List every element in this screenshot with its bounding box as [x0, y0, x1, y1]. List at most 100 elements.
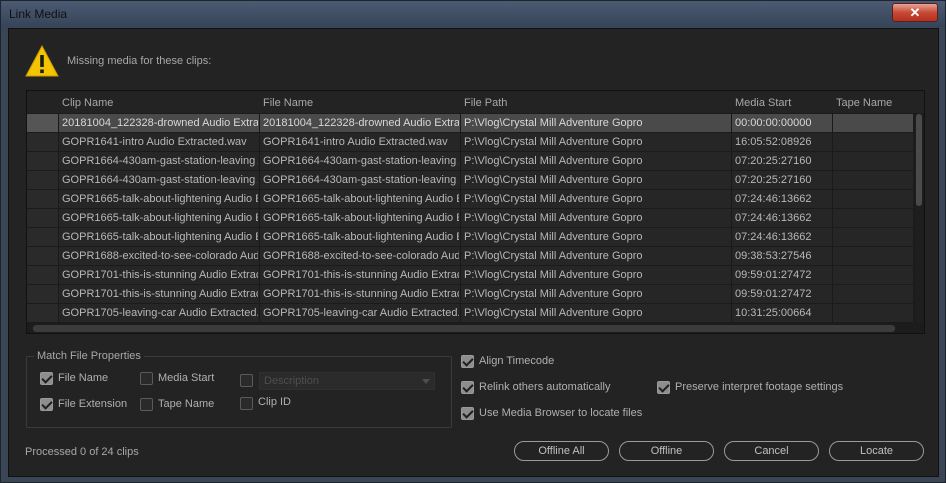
- column-divider: [58, 114, 59, 133]
- file-path-cell: P:\Vlog\Crystal Mill Adventure Gopro: [464, 117, 643, 129]
- row-selector[interactable]: [27, 247, 58, 265]
- table-row[interactable]: GOPR1664-430am-gast-station-leaving Audi…: [27, 152, 913, 171]
- horizontal-scrollbar[interactable]: [33, 325, 895, 332]
- match-file-properties-title: Match File Properties: [34, 350, 144, 362]
- column-divider: [731, 304, 732, 323]
- column-divider: [58, 209, 59, 228]
- clips-table: Clip Name File Name File Path Media Star…: [26, 90, 925, 334]
- clip-name-cell: 20181004_122328-drowned Audio Extracted.…: [62, 117, 258, 129]
- row-selector[interactable]: [27, 285, 58, 303]
- file-path-cell: P:\Vlog\Crystal Mill Adventure Gopro: [464, 231, 643, 243]
- column-divider: [832, 133, 833, 152]
- column-divider: [731, 228, 732, 247]
- media-start-cell: 09:59:01:27472: [735, 288, 812, 300]
- table-row[interactable]: GOPR1705-leaving-car Audio Extracted.wav…: [27, 304, 913, 323]
- table-row[interactable]: GOPR1688-excited-to-see-colorado Audio E…: [27, 247, 913, 266]
- column-divider: [259, 304, 260, 323]
- column-divider: [259, 152, 260, 171]
- file-path-cell: P:\Vlog\Crystal Mill Adventure Gopro: [464, 250, 643, 262]
- use-media-browser-label: Use Media Browser to locate files: [479, 407, 643, 419]
- description-dropdown[interactable]: Description: [259, 372, 435, 390]
- column-divider: [58, 247, 59, 266]
- column-divider: [259, 228, 260, 247]
- clip-name-cell: GOPR1688-excited-to-see-colorado Audio E…: [62, 250, 258, 262]
- media-start-cell: 09:59:01:27472: [735, 269, 812, 281]
- table-row[interactable]: GOPR1665-talk-about-lightening Audio Ext…: [27, 228, 913, 247]
- column-divider: [460, 171, 461, 190]
- column-divider: [259, 133, 260, 152]
- column-header-tape-name[interactable]: Tape Name: [836, 97, 892, 109]
- column-divider: [731, 285, 732, 304]
- table-row[interactable]: GOPR1665-talk-about-lightening Audio Ext…: [27, 190, 913, 209]
- row-selector[interactable]: [27, 266, 58, 284]
- clip-id-checkbox[interactable]: [240, 397, 253, 410]
- column-divider: [259, 171, 260, 190]
- row-selector[interactable]: [27, 152, 58, 170]
- column-header-file-path[interactable]: File Path: [464, 97, 507, 109]
- column-divider: [259, 114, 260, 133]
- table-body: 20181004_122328-drowned Audio Extracted.…: [27, 114, 913, 323]
- column-divider: [460, 247, 461, 266]
- column-divider: [731, 133, 732, 152]
- media-start-cell: 07:20:25:27160: [735, 174, 812, 186]
- row-selector[interactable]: [27, 171, 58, 189]
- column-divider: [460, 152, 461, 171]
- column-divider: [58, 133, 59, 152]
- table-row[interactable]: 20181004_122328-drowned Audio Extracted.…: [27, 114, 913, 133]
- file-name-cell: 20181004_122328-drowned Audio Extracted.…: [263, 117, 459, 129]
- row-selector[interactable]: [27, 133, 58, 151]
- clip-name-cell: GOPR1641-intro Audio Extracted.wav: [62, 136, 247, 148]
- column-divider: [58, 228, 59, 247]
- close-button[interactable]: ✕: [892, 3, 938, 22]
- table-row[interactable]: GOPR1641-intro Audio Extracted.wav GOPR16…: [27, 133, 913, 152]
- align-timecode-checkbox[interactable]: [461, 355, 474, 368]
- column-divider: [259, 285, 260, 304]
- file-extension-checkbox[interactable]: [40, 398, 53, 411]
- column-divider: [832, 266, 833, 285]
- tape-name-checkbox[interactable]: [140, 398, 153, 411]
- column-divider: [460, 209, 461, 228]
- column-divider: [259, 266, 260, 285]
- media-start-cell: 07:24:46:13662: [735, 231, 812, 243]
- row-selector[interactable]: [27, 228, 58, 246]
- relink-others-checkbox[interactable]: [461, 381, 474, 394]
- use-media-browser-checkbox[interactable]: [461, 407, 474, 420]
- column-divider: [731, 171, 732, 190]
- cancel-button[interactable]: Cancel: [724, 441, 819, 461]
- column-header-media-start[interactable]: Media Start: [735, 97, 791, 109]
- title-bar[interactable]: Link Media ✕: [1, 1, 945, 27]
- locate-button[interactable]: Locate: [829, 441, 924, 461]
- media-start-cell: 07:24:46:13662: [735, 212, 812, 224]
- row-selector[interactable]: [27, 190, 58, 208]
- row-selector[interactable]: [27, 114, 58, 132]
- offline-all-button[interactable]: Offline All: [514, 441, 609, 461]
- clip-name-cell: GOPR1701-this-is-stunning Audio Extracte…: [62, 269, 258, 281]
- table-row[interactable]: GOPR1664-430am-gast-station-leaving Audi…: [27, 171, 913, 190]
- table-row[interactable]: GOPR1701-this-is-stunning Audio Extracte…: [27, 266, 913, 285]
- table-row[interactable]: GOPR1665-talk-about-lightening Audio Ext…: [27, 209, 913, 228]
- table-row[interactable]: GOPR1701-this-is-stunning Audio Extracte…: [27, 285, 913, 304]
- description-checkbox[interactable]: [240, 374, 253, 387]
- file-name-label: File Name: [58, 372, 109, 384]
- media-start-checkbox[interactable]: [140, 372, 153, 385]
- offline-button[interactable]: Offline: [619, 441, 714, 461]
- vertical-scroll-thumb[interactable]: [916, 114, 922, 206]
- file-name-cell: GOPR1665-talk-about-lightening Audio Ext…: [263, 212, 459, 224]
- media-start-cell: 16:05:52:08926: [735, 136, 812, 148]
- row-selector[interactable]: [27, 304, 58, 322]
- file-path-cell: P:\Vlog\Crystal Mill Adventure Gopro: [464, 269, 643, 281]
- column-header-clip-name[interactable]: Clip Name: [62, 97, 113, 109]
- row-selector[interactable]: [27, 209, 58, 227]
- column-divider: [832, 209, 833, 228]
- file-path-cell: P:\Vlog\Crystal Mill Adventure Gopro: [464, 307, 643, 319]
- column-divider: [731, 266, 732, 285]
- column-divider: [58, 285, 59, 304]
- column-divider: [832, 304, 833, 323]
- preserve-interpret-checkbox[interactable]: [657, 381, 670, 394]
- column-divider: [460, 304, 461, 323]
- file-name-checkbox[interactable]: [40, 372, 53, 385]
- file-name-cell: GOPR1665-talk-about-lightening Audio Ext…: [263, 231, 459, 243]
- vertical-scrollbar[interactable]: [915, 114, 923, 323]
- file-name-cell: GOPR1641-intro Audio Extracted.wav: [263, 136, 448, 148]
- column-header-file-name[interactable]: File Name: [263, 97, 313, 109]
